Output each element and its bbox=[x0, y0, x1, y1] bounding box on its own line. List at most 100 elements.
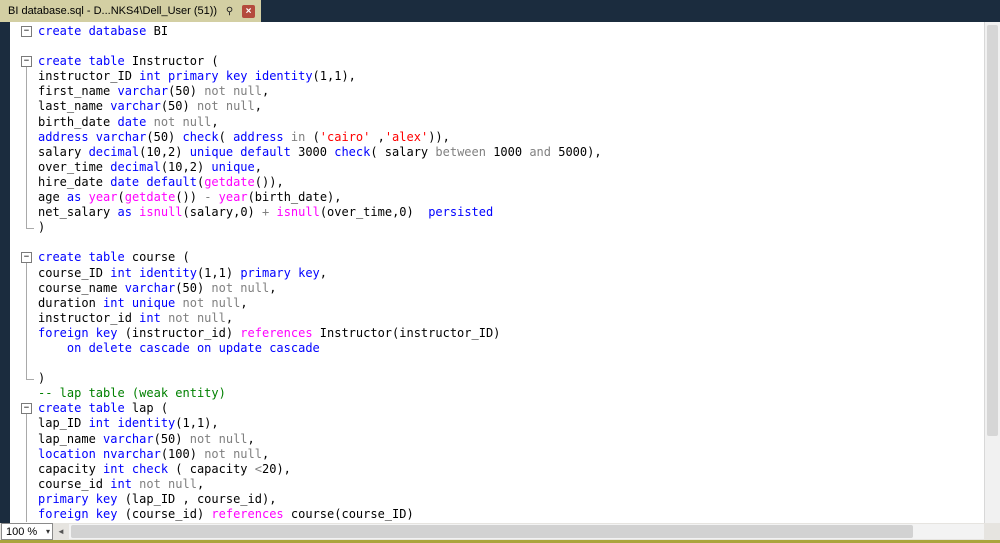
document-tab-title: BI database.sql - D...NKS4\Dell_User (51… bbox=[8, 5, 218, 17]
fold-margin bbox=[10, 325, 38, 342]
fold-margin bbox=[10, 129, 38, 145]
fold-margin bbox=[10, 507, 38, 523]
horizontal-scrollbar-thumb[interactable] bbox=[71, 525, 913, 538]
fold-margin bbox=[10, 340, 38, 357]
code-line-text: foreign key (course_id) references cours… bbox=[38, 507, 414, 521]
fold-margin bbox=[10, 446, 38, 462]
code-line: over_time decimal(10,2) unique, bbox=[10, 159, 984, 176]
document-tab[interactable]: BI database.sql - D...NKS4\Dell_User (51… bbox=[0, 0, 262, 22]
code-line: first_name varchar(50) not null, bbox=[10, 84, 984, 100]
chevron-down-icon: ▾ bbox=[45, 527, 50, 536]
fold-margin: − bbox=[10, 54, 38, 70]
code-line: birth_date date not null, bbox=[10, 114, 984, 130]
fold-margin bbox=[10, 310, 38, 326]
fold-margin bbox=[10, 220, 38, 235]
code-line-text: create database BI bbox=[38, 24, 169, 38]
code-line-text: course_id int not null, bbox=[38, 476, 205, 491]
code-line-text: first_name varchar(50) not null, bbox=[38, 84, 270, 99]
fold-margin bbox=[10, 84, 38, 100]
fold-margin bbox=[10, 99, 38, 115]
fold-margin bbox=[10, 476, 38, 493]
code-area[interactable]: − create database BI − create table Instruc… bbox=[10, 22, 984, 523]
code-line-text: age as year(getdate()) - year(birth_date… bbox=[38, 190, 342, 205]
fold-margin bbox=[10, 114, 38, 130]
code-line-text: create table course ( bbox=[38, 250, 190, 265]
code-line: course_ID int identity(1,1) primary key, bbox=[10, 265, 984, 281]
fold-margin: − bbox=[10, 24, 38, 39]
code-line: last_name varchar(50) not null, bbox=[10, 99, 984, 115]
fold-margin bbox=[10, 416, 38, 432]
document-tab-bar: BI database.sql - D...NKS4\Dell_User (51… bbox=[0, 0, 1000, 22]
code-line-text: hire_date date default(getdate()), bbox=[38, 174, 284, 189]
code-line: course_id int not null, bbox=[10, 476, 984, 493]
code-line: location nvarchar(100) not null, bbox=[10, 446, 984, 462]
fold-margin bbox=[10, 295, 38, 311]
code-line: salary decimal(10,2) unique default 3000… bbox=[10, 144, 984, 160]
scroll-left-arrow-icon[interactable]: ◄ bbox=[53, 527, 69, 536]
code-line: hire_date date default(getdate()), bbox=[10, 174, 984, 191]
fold-margin: − bbox=[10, 250, 38, 266]
status-bar: 100 % ▾ ◄ bbox=[0, 523, 1000, 540]
code-line: -- lap table (weak entity) bbox=[10, 386, 984, 401]
code-line: ) bbox=[10, 220, 984, 235]
fold-margin bbox=[10, 265, 38, 281]
code-line-text: net_salary as isnull(salary,0) + isnull(… bbox=[38, 205, 494, 220]
fold-margin bbox=[10, 431, 38, 447]
code-line: foreign key (instructor_id) references I… bbox=[10, 325, 984, 342]
code-line-text: salary decimal(10,2) unique default 3000… bbox=[38, 144, 602, 159]
ssms-window: BI database.sql - D...NKS4\Dell_User (51… bbox=[0, 0, 1000, 543]
fold-margin bbox=[10, 386, 38, 401]
code-line-text: ) bbox=[38, 220, 46, 235]
fold-margin bbox=[10, 235, 38, 250]
code-line: − create database BI bbox=[10, 24, 984, 39]
code-line-text: on delete cascade on update cascade bbox=[66, 340, 320, 355]
fold-margin: − bbox=[10, 401, 38, 417]
fold-margin bbox=[10, 69, 38, 85]
code-line bbox=[10, 356, 984, 372]
editor-region: − create database BI − create table Instruc… bbox=[0, 22, 1000, 523]
collapse-region-icon[interactable]: − bbox=[21, 56, 32, 68]
code-line: address varchar(50) check( address in ('… bbox=[10, 129, 984, 145]
collapse-region-icon[interactable]: − bbox=[21, 26, 32, 37]
vertical-scrollbar-thumb[interactable] bbox=[987, 25, 998, 436]
code-line: primary key (lap_ID , course_id), bbox=[10, 491, 984, 508]
fold-margin bbox=[10, 174, 38, 191]
code-line-text: -- lap table (weak entity) bbox=[38, 386, 226, 401]
code-line-text: create table lap ( bbox=[38, 401, 169, 416]
zoom-dropdown[interactable]: 100 % ▾ bbox=[1, 523, 53, 540]
code-line bbox=[10, 39, 984, 54]
code-line: ) bbox=[10, 371, 984, 386]
code-line-text: capacity int check ( capacity <20), bbox=[38, 461, 291, 476]
code-line: on delete cascade on update cascade bbox=[10, 340, 984, 357]
code-line: net_salary as isnull(salary,0) + isnull(… bbox=[10, 205, 984, 221]
code-line-text: instructor_id int not null, bbox=[38, 310, 234, 325]
fold-margin bbox=[10, 491, 38, 508]
code-line: − create table lap ( bbox=[10, 401, 984, 417]
collapse-region-icon[interactable]: − bbox=[21, 403, 32, 415]
code-line: age as year(getdate()) - year(birth_date… bbox=[10, 190, 984, 206]
code-line-text: lap_ID int identity(1,1), bbox=[38, 416, 219, 431]
code-line-text: duration int unique not null, bbox=[38, 295, 248, 310]
fold-margin bbox=[10, 461, 38, 477]
vertical-scrollbar[interactable] bbox=[984, 22, 1000, 523]
code-line-text: address varchar(50) check( address in ('… bbox=[38, 129, 450, 144]
code-line-text: instructor_ID int primary key identity(1… bbox=[38, 69, 356, 84]
code-line-text: last_name varchar(50) not null, bbox=[38, 99, 262, 114]
close-icon[interactable]: × bbox=[242, 4, 256, 18]
code-line: duration int unique not null, bbox=[10, 295, 984, 311]
code-line: foreign key (course_id) references cours… bbox=[10, 507, 984, 523]
code-line: course_name varchar(50) not null, bbox=[10, 280, 984, 296]
fold-margin bbox=[10, 371, 38, 386]
pin-icon[interactable]: ⚲ bbox=[223, 5, 236, 18]
code-line: instructor_id int not null, bbox=[10, 310, 984, 326]
zoom-level: 100 % bbox=[6, 525, 38, 538]
fold-margin bbox=[10, 280, 38, 296]
code-line-text: create table Instructor ( bbox=[38, 54, 219, 69]
code-line-text: ) bbox=[38, 371, 46, 386]
horizontal-scrollbar[interactable] bbox=[69, 524, 984, 539]
collapse-region-icon[interactable]: − bbox=[21, 252, 32, 264]
fold-margin bbox=[10, 144, 38, 160]
code-line-text: birth_date date not null, bbox=[38, 114, 219, 129]
code-line: − create table course ( bbox=[10, 250, 984, 266]
